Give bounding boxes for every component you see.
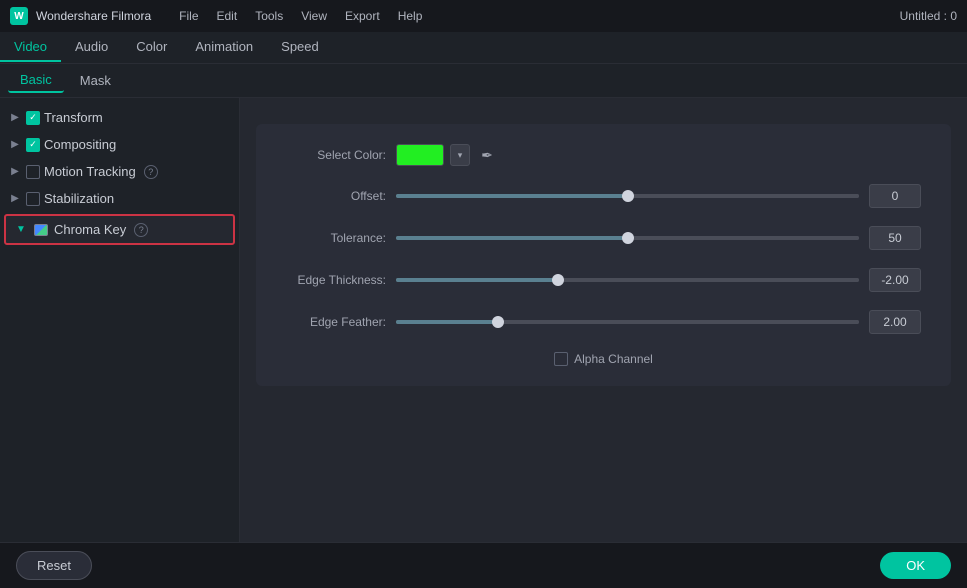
setting-edge-feather: Edge Feather: bbox=[286, 310, 921, 334]
section-stabilization[interactable]: ▶ Stabilization bbox=[0, 185, 239, 212]
tab-video[interactable]: Video bbox=[0, 33, 61, 62]
main-content: ▶ Transform ▶ Compositing ▶ Motion Track… bbox=[0, 98, 967, 542]
main-tabs: Video Audio Color Animation Speed bbox=[0, 32, 967, 64]
tab-animation[interactable]: Animation bbox=[181, 33, 267, 62]
window-title: Untitled : 0 bbox=[900, 9, 957, 23]
ok-button[interactable]: OK bbox=[880, 552, 951, 579]
color-picker-group: ▾ ✒ bbox=[396, 144, 498, 166]
menu-tools[interactable]: Tools bbox=[247, 7, 291, 25]
title-bar: W Wondershare Filmora File Edit Tools Vi… bbox=[0, 0, 967, 32]
checkbox-compositing[interactable] bbox=[26, 138, 40, 152]
label-chroma-key: Chroma Key bbox=[54, 222, 126, 237]
chroma-icon bbox=[32, 223, 50, 237]
alpha-channel-checkbox[interactable] bbox=[554, 352, 568, 366]
tolerance-value-input[interactable] bbox=[869, 226, 921, 250]
tolerance-slider[interactable] bbox=[396, 236, 859, 240]
color-dropdown-button[interactable]: ▾ bbox=[450, 144, 470, 166]
subtab-mask[interactable]: Mask bbox=[68, 69, 123, 92]
edge-feather-value-input[interactable] bbox=[869, 310, 921, 334]
edge-thickness-slider[interactable] bbox=[396, 278, 859, 282]
bottom-bar: Reset OK bbox=[0, 542, 967, 588]
menu-edit[interactable]: Edit bbox=[209, 7, 246, 25]
tab-audio[interactable]: Audio bbox=[61, 33, 122, 62]
label-stabilization: Stabilization bbox=[44, 191, 114, 206]
app-name: Wondershare Filmora bbox=[36, 9, 151, 23]
help-icon-motion[interactable]: ? bbox=[144, 165, 158, 179]
checkbox-transform[interactable] bbox=[26, 111, 40, 125]
section-compositing[interactable]: ▶ Compositing bbox=[0, 131, 239, 158]
edge-thickness-value-input[interactable] bbox=[869, 268, 921, 292]
offset-slider[interactable] bbox=[396, 194, 859, 198]
expand-icon-chroma: ▼ bbox=[14, 223, 28, 237]
setting-select-color: Select Color: ▾ ✒ bbox=[286, 144, 921, 166]
section-motion-tracking[interactable]: ▶ Motion Tracking ? bbox=[0, 158, 239, 185]
sub-tabs: Basic Mask bbox=[0, 64, 967, 98]
edge-feather-slider[interactable] bbox=[396, 320, 859, 324]
label-transform: Transform bbox=[44, 110, 103, 125]
menu-help[interactable]: Help bbox=[390, 7, 431, 25]
menu-export[interactable]: Export bbox=[337, 7, 388, 25]
title-menu: File Edit Tools View Export Help bbox=[171, 7, 430, 25]
alpha-channel-row: Alpha Channel bbox=[286, 352, 921, 366]
left-panel: ▶ Transform ▶ Compositing ▶ Motion Track… bbox=[0, 98, 240, 542]
expand-icon-compositing: ▶ bbox=[8, 138, 22, 152]
eyedropper-button[interactable]: ✒ bbox=[476, 144, 498, 166]
expand-icon-transform: ▶ bbox=[8, 111, 22, 125]
tab-color[interactable]: Color bbox=[122, 33, 181, 62]
setting-offset: Offset: bbox=[286, 184, 921, 208]
alpha-channel-label: Alpha Channel bbox=[574, 352, 653, 366]
tolerance-label: Tolerance: bbox=[286, 231, 386, 245]
color-swatch[interactable] bbox=[396, 144, 444, 166]
checkbox-motion-tracking[interactable] bbox=[26, 165, 40, 179]
expand-icon-motion: ▶ bbox=[8, 165, 22, 179]
menu-file[interactable]: File bbox=[171, 7, 206, 25]
label-motion-tracking: Motion Tracking bbox=[44, 164, 136, 179]
menu-view[interactable]: View bbox=[293, 7, 335, 25]
setting-tolerance: Tolerance: bbox=[286, 226, 921, 250]
setting-edge-thickness: Edge Thickness: bbox=[286, 268, 921, 292]
subtab-basic[interactable]: Basic bbox=[8, 68, 64, 93]
offset-value-input[interactable] bbox=[869, 184, 921, 208]
label-compositing: Compositing bbox=[44, 137, 116, 152]
checkbox-stabilization[interactable] bbox=[26, 192, 40, 206]
offset-label: Offset: bbox=[286, 189, 386, 203]
edge-thickness-label: Edge Thickness: bbox=[286, 273, 386, 287]
app-logo: W bbox=[10, 7, 28, 25]
right-panel: Select Color: ▾ ✒ Offset: bbox=[240, 98, 967, 542]
select-color-label: Select Color: bbox=[286, 148, 386, 162]
help-icon-chroma[interactable]: ? bbox=[134, 223, 148, 237]
section-chroma-key[interactable]: ▼ Chroma Key ? bbox=[4, 214, 235, 245]
expand-icon-stabilization: ▶ bbox=[8, 192, 22, 206]
edge-feather-label: Edge Feather: bbox=[286, 315, 386, 329]
section-transform[interactable]: ▶ Transform bbox=[0, 104, 239, 131]
tab-speed[interactable]: Speed bbox=[267, 33, 333, 62]
reset-button[interactable]: Reset bbox=[16, 551, 92, 580]
chroma-settings: Select Color: ▾ ✒ Offset: bbox=[256, 124, 951, 386]
